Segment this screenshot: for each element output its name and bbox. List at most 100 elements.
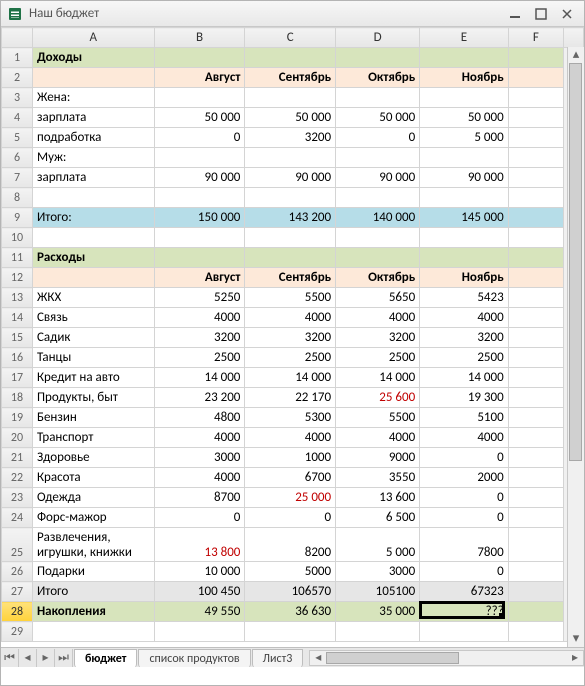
cell[interactable]: 2500	[245, 348, 336, 368]
col-header-C[interactable]: C	[245, 28, 336, 48]
row-6[interactable]: 6 Муж:	[2, 148, 584, 168]
cell[interactable]: 4000	[245, 308, 336, 328]
cell[interactable]: 50 000	[336, 108, 420, 128]
month-header[interactable]: Ноябрь	[420, 268, 509, 288]
cell[interactable]: 5000	[245, 562, 336, 582]
cell[interactable]: 4000	[336, 308, 420, 328]
row-20[interactable]: 20Транспорт4000400040004000	[2, 428, 584, 448]
cell[interactable]: 0	[336, 128, 420, 148]
tab-nav-next[interactable]: ▸	[37, 649, 55, 667]
row-28[interactable]: 28 Накопления 49 550 36 630 35 000 ???	[2, 602, 584, 622]
row-header[interactable]: 14	[2, 308, 33, 328]
row-11[interactable]: 11 Расходы	[2, 248, 584, 268]
row-header[interactable]: 7	[2, 168, 33, 188]
cell[interactable]: 4000	[154, 468, 245, 488]
col-header-B[interactable]: B	[154, 28, 245, 48]
expense-label[interactable]: Бензин	[32, 408, 154, 428]
row-header[interactable]: 19	[2, 408, 33, 428]
expense-label[interactable]: Одежда	[32, 488, 154, 508]
cell[interactable]: 22 170	[245, 388, 336, 408]
row-header[interactable]: 17	[2, 368, 33, 388]
tab-nav-first[interactable]: ⏮	[1, 649, 19, 667]
row-header[interactable]: 6	[2, 148, 33, 168]
cell[interactable]: 0	[245, 508, 336, 528]
row-15[interactable]: 15Садик3200320032003200	[2, 328, 584, 348]
cell[interactable]: 90 000	[336, 168, 420, 188]
row-header[interactable]: 2	[2, 68, 33, 88]
row-header[interactable]: 11	[2, 248, 33, 268]
cell[interactable]: 25 600	[336, 388, 420, 408]
row-header[interactable]: 27	[2, 582, 33, 602]
sheet-tab[interactable]: Лист3	[252, 649, 304, 667]
row-1[interactable]: 1 Доходы	[2, 48, 584, 68]
row-3[interactable]: 3 Жена:	[2, 88, 584, 108]
expense-label[interactable]: Красота	[32, 468, 154, 488]
select-all-corner[interactable]	[2, 28, 33, 48]
cell[interactable]: 50 000	[420, 108, 509, 128]
month-header[interactable]: Август	[154, 68, 245, 88]
cell[interactable]: 19 300	[420, 388, 509, 408]
cell[interactable]: 3550	[336, 468, 420, 488]
income-heading[interactable]: Доходы	[32, 48, 154, 68]
row-header[interactable]: 5	[2, 128, 33, 148]
cell[interactable]: 3200	[336, 328, 420, 348]
cell[interactable]: 23 200	[154, 388, 245, 408]
month-header[interactable]: Сентябрь	[245, 68, 336, 88]
cell[interactable]: 6 500	[336, 508, 420, 528]
row-header[interactable]: 12	[2, 268, 33, 288]
row-8[interactable]: 8	[2, 188, 584, 208]
cell[interactable]: 4800	[154, 408, 245, 428]
cell[interactable]: 5500	[245, 288, 336, 308]
cell[interactable]: 2500	[420, 348, 509, 368]
cell[interactable]: 0	[420, 448, 509, 468]
expenses-heading[interactable]: Расходы	[32, 248, 154, 268]
expense-label[interactable]: Здоровье	[32, 448, 154, 468]
expense-label[interactable]: Связь	[32, 308, 154, 328]
row-header[interactable]: 13	[2, 288, 33, 308]
cell[interactable]: 9000	[336, 448, 420, 468]
row-4[interactable]: 4 зарплата 50 000 50 000 50 000 50 000	[2, 108, 584, 128]
row-24[interactable]: 24Форс-мажор006 5000	[2, 508, 584, 528]
expense-total-label[interactable]: Итого	[32, 582, 154, 602]
row-header[interactable]: 25	[2, 528, 33, 562]
row-19[interactable]: 19Бензин4800530055005100	[2, 408, 584, 428]
row-header[interactable]: 3	[2, 88, 33, 108]
cell[interactable]: 4000	[154, 308, 245, 328]
expense-label[interactable]: Подарки	[32, 562, 154, 582]
cell[interactable]: 35 000	[336, 602, 420, 622]
spreadsheet-grid[interactable]: A B C D E F 1 Доходы 2 Август Сентябрь О…	[1, 27, 584, 642]
cell[interactable]: 0	[420, 562, 509, 582]
sheet-tab[interactable]: бюджет	[74, 649, 137, 667]
cell[interactable]: 8700	[154, 488, 245, 508]
row-header[interactable]: 20	[2, 428, 33, 448]
cell[interactable]: 50 000	[154, 108, 245, 128]
cell[interactable]: 0	[420, 508, 509, 528]
col-header-A[interactable]: A	[32, 28, 154, 48]
expense-label[interactable]: Продукты, быт	[32, 388, 154, 408]
cell[interactable]: 14 000	[336, 368, 420, 388]
cell[interactable]: 140 000	[336, 208, 420, 228]
cell[interactable]: 4000	[420, 428, 509, 448]
col-header-E[interactable]: E	[420, 28, 509, 48]
cell[interactable]: 3200	[245, 328, 336, 348]
cell[interactable]: 5500	[336, 408, 420, 428]
cell[interactable]: 4000	[420, 308, 509, 328]
husband-label[interactable]: Муж:	[32, 148, 154, 168]
row-9[interactable]: 9 Итого: 150 000 143 200 140 000 145 000	[2, 208, 584, 228]
row-13[interactable]: 13ЖКХ5250550056505423	[2, 288, 584, 308]
row-17[interactable]: 17Кредит на авто14 00014 00014 00014 000	[2, 368, 584, 388]
cell[interactable]: 3200	[420, 328, 509, 348]
row-22[interactable]: 22Красота4000670035502000	[2, 468, 584, 488]
scroll-track[interactable]	[568, 63, 584, 631]
row-27[interactable]: 27 Итого 100 450 106570 105100 67323	[2, 582, 584, 602]
scroll-up-arrow[interactable]: ▴	[568, 47, 584, 63]
month-header[interactable]: Октябрь	[336, 268, 420, 288]
cell[interactable]: 145 000	[420, 208, 509, 228]
expense-label[interactable]: Форс-мажор	[32, 508, 154, 528]
row-header[interactable]: 1	[2, 48, 33, 68]
cell[interactable]: 50 000	[245, 108, 336, 128]
scroll-right-arrow[interactable]: ▸	[567, 650, 583, 665]
expense-label[interactable]: Развлечения, игрушки, книжки	[32, 528, 154, 562]
cell[interactable]: 90 000	[420, 168, 509, 188]
salary-label[interactable]: зарплата	[32, 108, 154, 128]
